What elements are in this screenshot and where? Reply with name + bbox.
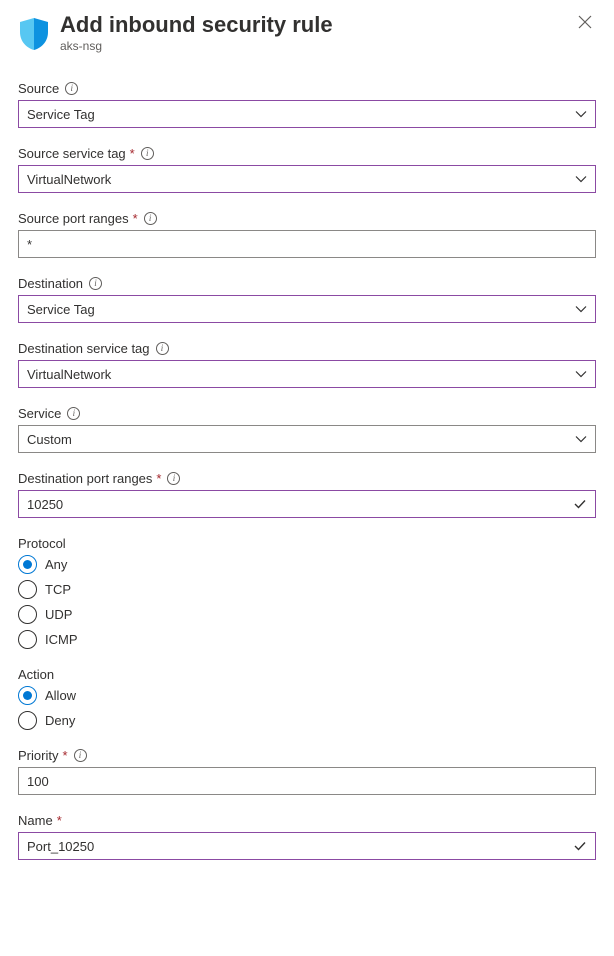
chevron-down-icon xyxy=(575,303,587,315)
required-mark: * xyxy=(156,471,161,486)
check-icon xyxy=(573,839,587,853)
protocol-label: Protocol xyxy=(18,536,66,551)
radio-label: ICMP xyxy=(45,632,78,647)
info-icon[interactable]: i xyxy=(67,407,80,420)
chevron-down-icon xyxy=(575,368,587,380)
field-destination-service-tag: Destination service tag i VirtualNetwork xyxy=(18,341,596,388)
info-icon[interactable]: i xyxy=(74,749,87,762)
source-service-tag-label: Source service tag xyxy=(18,146,126,161)
source-select[interactable]: Service Tag xyxy=(18,100,596,128)
protocol-option-tcp[interactable]: TCP xyxy=(18,580,596,599)
info-icon[interactable]: i xyxy=(65,82,78,95)
info-icon[interactable]: i xyxy=(141,147,154,160)
destination-service-tag-select[interactable]: VirtualNetwork xyxy=(18,360,596,388)
info-icon[interactable]: i xyxy=(156,342,169,355)
priority-label: Priority xyxy=(18,748,58,763)
info-icon[interactable]: i xyxy=(167,472,180,485)
source-port-ranges-label: Source port ranges xyxy=(18,211,129,226)
destination-label: Destination xyxy=(18,276,83,291)
source-port-ranges-input[interactable]: * xyxy=(18,230,596,258)
destination-port-ranges-input[interactable]: 10250 xyxy=(18,490,596,518)
required-mark: * xyxy=(130,146,135,161)
priority-value: 100 xyxy=(27,774,49,789)
check-icon xyxy=(573,497,587,511)
radio-icon xyxy=(18,711,37,730)
field-destination: Destination i Service Tag xyxy=(18,276,596,323)
radio-label: Allow xyxy=(45,688,76,703)
required-mark: * xyxy=(62,748,67,763)
source-value: Service Tag xyxy=(27,107,95,122)
protocol-option-udp[interactable]: UDP xyxy=(18,605,596,624)
action-option-allow[interactable]: Allow xyxy=(18,686,596,705)
radio-label: Any xyxy=(45,557,67,572)
destination-port-ranges-value: 10250 xyxy=(27,497,63,512)
field-source-service-tag: Source service tag * i VirtualNetwork xyxy=(18,146,596,193)
field-source-port-ranges: Source port ranges * i * xyxy=(18,211,596,258)
required-mark: * xyxy=(133,211,138,226)
field-name: Name * Port_10250 xyxy=(18,813,596,860)
source-service-tag-value: VirtualNetwork xyxy=(27,172,111,187)
protocol-radio-group: Any TCP UDP ICMP xyxy=(18,555,596,649)
radio-label: TCP xyxy=(45,582,71,597)
radio-label: Deny xyxy=(45,713,75,728)
action-radio-group: Allow Deny xyxy=(18,686,596,730)
chevron-down-icon xyxy=(575,108,587,120)
info-icon[interactable]: i xyxy=(89,277,102,290)
source-label: Source xyxy=(18,81,59,96)
destination-port-ranges-label: Destination port ranges xyxy=(18,471,152,486)
protocol-option-icmp[interactable]: ICMP xyxy=(18,630,596,649)
required-mark: * xyxy=(57,813,62,828)
destination-value: Service Tag xyxy=(27,302,95,317)
name-input[interactable]: Port_10250 xyxy=(18,832,596,860)
field-destination-port-ranges: Destination port ranges * i 10250 xyxy=(18,471,596,518)
destination-service-tag-label: Destination service tag xyxy=(18,341,150,356)
priority-input[interactable]: 100 xyxy=(18,767,596,795)
name-label: Name xyxy=(18,813,53,828)
destination-service-tag-value: VirtualNetwork xyxy=(27,367,111,382)
action-option-deny[interactable]: Deny xyxy=(18,711,596,730)
service-select[interactable]: Custom xyxy=(18,425,596,453)
radio-label: UDP xyxy=(45,607,72,622)
source-port-ranges-value: * xyxy=(27,237,32,252)
radio-icon xyxy=(18,630,37,649)
chevron-down-icon xyxy=(575,433,587,445)
name-value: Port_10250 xyxy=(27,839,94,854)
destination-select[interactable]: Service Tag xyxy=(18,295,596,323)
chevron-down-icon xyxy=(575,173,587,185)
panel-title: Add inbound security rule xyxy=(60,12,574,38)
panel-subtitle: aks-nsg xyxy=(60,39,574,53)
field-service: Service i Custom xyxy=(18,406,596,453)
info-icon[interactable]: i xyxy=(144,212,157,225)
panel-header: Add inbound security rule aks-nsg xyxy=(18,12,596,53)
field-source: Source i Service Tag xyxy=(18,81,596,128)
shield-icon xyxy=(18,16,50,52)
radio-icon xyxy=(18,580,37,599)
service-label: Service xyxy=(18,406,61,421)
protocol-option-any[interactable]: Any xyxy=(18,555,596,574)
radio-icon xyxy=(18,555,37,574)
close-button[interactable] xyxy=(574,12,596,34)
action-label: Action xyxy=(18,667,54,682)
service-value: Custom xyxy=(27,432,72,447)
field-priority: Priority * i 100 xyxy=(18,748,596,795)
radio-icon xyxy=(18,605,37,624)
source-service-tag-select[interactable]: VirtualNetwork xyxy=(18,165,596,193)
field-protocol: Protocol Any TCP UDP ICMP xyxy=(18,536,596,649)
field-action: Action Allow Deny xyxy=(18,667,596,730)
radio-icon xyxy=(18,686,37,705)
